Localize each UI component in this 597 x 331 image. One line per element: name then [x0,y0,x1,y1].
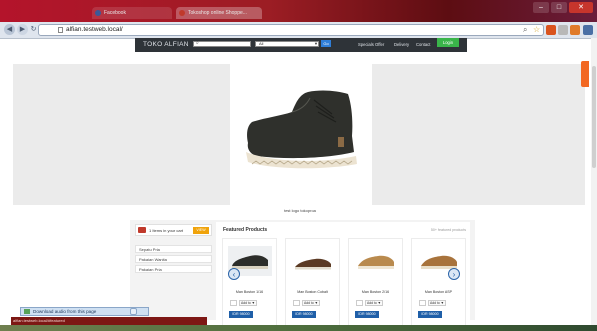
price-button[interactable]: IDR 98000 [355,311,379,318]
price-button[interactable]: IDR 98000 [418,311,442,318]
browser-tab-facebook[interactable]: Facebook [92,7,172,19]
site-logo[interactable]: TOKO ALFIAN [143,38,189,52]
close-window-button[interactable]: ✕ [569,2,593,13]
search-magnifier-icon: ⌕ [196,40,199,46]
nav-delivery[interactable]: Delivery [394,38,409,51]
product-image[interactable] [354,246,398,276]
search-go-button[interactable]: Go [321,40,331,47]
quantity-input[interactable] [293,300,300,306]
cart-icon [138,227,146,233]
product-name[interactable]: Man Boston ASP [411,290,466,294]
price-button[interactable]: IDR 98000 [229,311,253,318]
category-item-pakaian-wanita[interactable]: Pakaian Wanita [135,255,212,263]
bookmark-star-icon[interactable]: ☆ [533,24,540,36]
back-icon[interactable]: ◀ [4,24,15,35]
chevron-down-icon: ▼ [314,41,318,46]
product-image[interactable] [291,246,335,276]
category-item-pakaian-pria[interactable]: Pakaian Pria [135,265,212,273]
view-cart-button[interactable]: VIEW [193,227,209,234]
product-name[interactable]: Man Boston Cobalt [285,290,340,294]
status-bar-url: alfian.testweb.local/#featured [11,317,207,325]
add-to-cart-button[interactable]: Add to ▼ [428,300,446,306]
quantity-input[interactable] [356,300,363,306]
close-icon[interactable] [130,308,137,315]
os-taskbar [0,325,597,331]
nav-specials-offer[interactable]: Specials Offer [358,38,384,51]
featured-products-title: Featured Products [223,227,268,233]
price-button[interactable]: IDR 98000 [292,311,316,318]
nav-contact[interactable]: Contact [416,38,430,51]
address-url: alfian.testweb.local/ [66,26,123,33]
site-search-input[interactable] [193,41,251,47]
browser-tab-shop[interactable]: Tokoshop online Shoppe... [176,7,262,19]
quantity-input[interactable] [419,300,426,306]
download-icon [24,309,30,314]
maximize-button[interactable]: □ [551,2,567,13]
carousel-prev-button[interactable]: ‹ [228,268,240,280]
feedback-side-tab[interactable] [581,61,589,87]
login-button[interactable]: Login [437,38,459,47]
add-to-cart-button[interactable]: Add to ▼ [302,300,320,306]
hero-product-image[interactable] [230,64,372,205]
page-icon [58,27,63,33]
search-icon[interactable]: ⌕ [523,24,527,36]
extension-icon[interactable] [570,25,580,35]
carousel-next-button[interactable]: › [448,268,460,280]
menu-icon[interactable] [583,25,593,35]
category-item-sepatu-pria[interactable]: Sepatu Pria [135,245,212,253]
product-shoe-illustration [358,255,394,269]
quantity-input[interactable] [230,300,237,306]
browser-title-bar [0,0,597,22]
add-to-cart-button[interactable]: Add to ▼ [365,300,383,306]
add-to-cart-button[interactable]: Add to ▼ [239,300,257,306]
extension-icon[interactable] [546,25,556,35]
product-shoe-illustration [295,258,331,270]
product-name[interactable]: Man Boston 2/16 [348,290,403,294]
scrollbar-thumb[interactable] [592,66,596,168]
minimize-button[interactable]: – [533,2,549,13]
boot-illustration [246,90,357,169]
tab-title: Facebook [104,10,126,16]
product-name[interactable]: Man Boston 1/16 [222,290,277,294]
category-select[interactable]: All [255,41,319,47]
forward-icon[interactable]: ▶ [17,24,28,35]
facebook-favicon-icon [95,10,101,16]
extension-icon[interactable] [558,25,568,35]
shop-favicon-icon [179,10,185,16]
tab-title: Tokoshop online Shoppe... [188,10,247,16]
featured-view-all-link[interactable]: 50+ featured products [400,228,466,232]
hero-caption: test logo tokoproa [284,208,316,213]
